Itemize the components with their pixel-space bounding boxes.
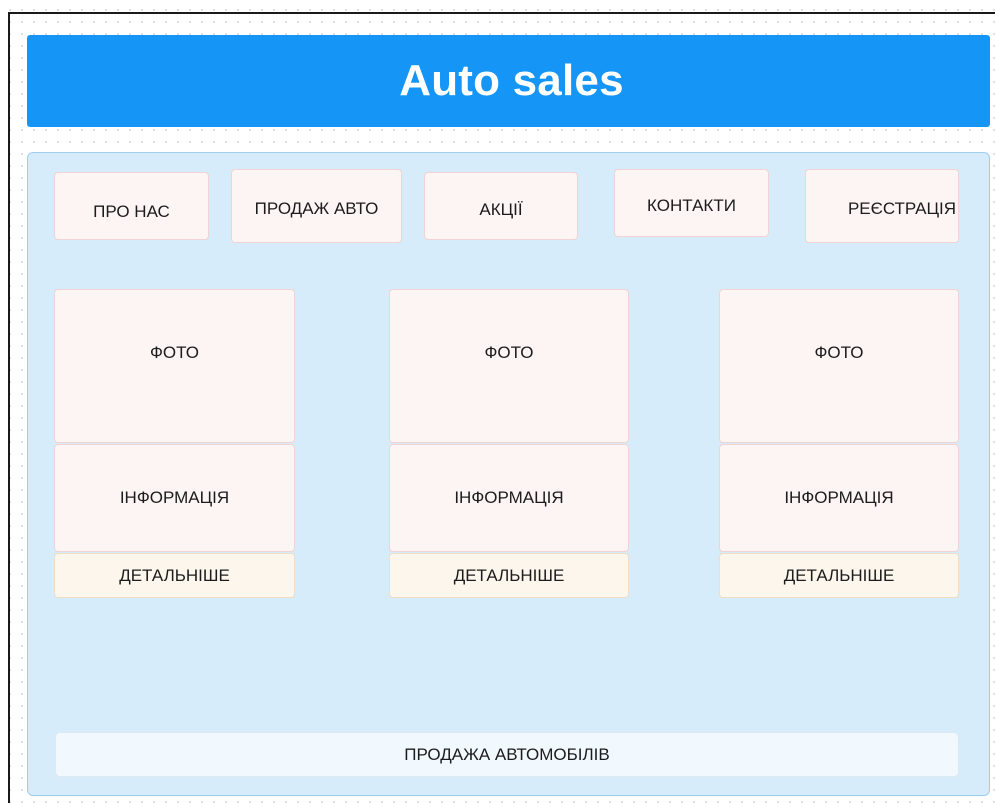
nav-item-about[interactable]: ПРО НАС [54, 172, 209, 240]
car-photo-label: ФОТО [484, 343, 534, 362]
nav-item-label: ПРО НАС [93, 202, 170, 221]
car-info-label: ІНФОРМАЦІЯ [119, 488, 230, 507]
frame-top-border [8, 12, 995, 14]
nav-item-label: КОНТАКТИ [647, 196, 736, 215]
nav-item-promotions[interactable]: АКЦІЇ [424, 172, 578, 240]
car-photo: ФОТО [389, 289, 629, 443]
site-header: Auto sales [27, 35, 990, 127]
car-photo-label: ФОТО [814, 343, 864, 362]
details-button-label: ДЕТАЛЬНІШЕ [783, 565, 895, 585]
nav-item-car-sales[interactable]: ПРОДАЖ АВТО [231, 169, 402, 243]
nav-item-label: РЕЄСТРАЦІЯ [847, 199, 957, 218]
car-info-label: ІНФОРМАЦІЯ [784, 488, 894, 507]
car-info-label: ІНФОРМАЦІЯ [454, 488, 564, 507]
site-title: Auto sales [399, 56, 624, 105]
nav-item-registration[interactable]: РЕЄСТРАЦІЯ [805, 169, 959, 243]
car-photo: ФОТО [719, 289, 959, 443]
car-info: ІНФОРМАЦІЯ [54, 444, 295, 552]
details-button-label: ДЕТАЛЬНІШЕ [453, 565, 565, 585]
nav-item-label: АКЦІЇ [479, 200, 523, 219]
car-photo: ФОТО [54, 289, 295, 443]
car-photo-label: ФОТО [150, 343, 199, 362]
details-button[interactable]: ДЕТАЛЬНІШЕ [719, 553, 959, 598]
nav-item-label: ПРОДАЖ АВТО [254, 199, 379, 218]
site-footer: ПРОДАЖА АВТОМОБІЛІВ [55, 732, 959, 777]
nav-item-contacts[interactable]: КОНТАКТИ [614, 169, 769, 237]
footer-label: ПРОДАЖА АВТОМОБІЛІВ [404, 744, 610, 764]
car-info: ІНФОРМАЦІЯ [389, 444, 629, 552]
details-button[interactable]: ДЕТАЛЬНІШЕ [54, 553, 295, 598]
details-button-label: ДЕТАЛЬНІШЕ [119, 565, 230, 585]
frame-left-border [8, 12, 10, 803]
details-button[interactable]: ДЕТАЛЬНІШЕ [389, 553, 629, 598]
car-info: ІНФОРМАЦІЯ [719, 444, 959, 552]
